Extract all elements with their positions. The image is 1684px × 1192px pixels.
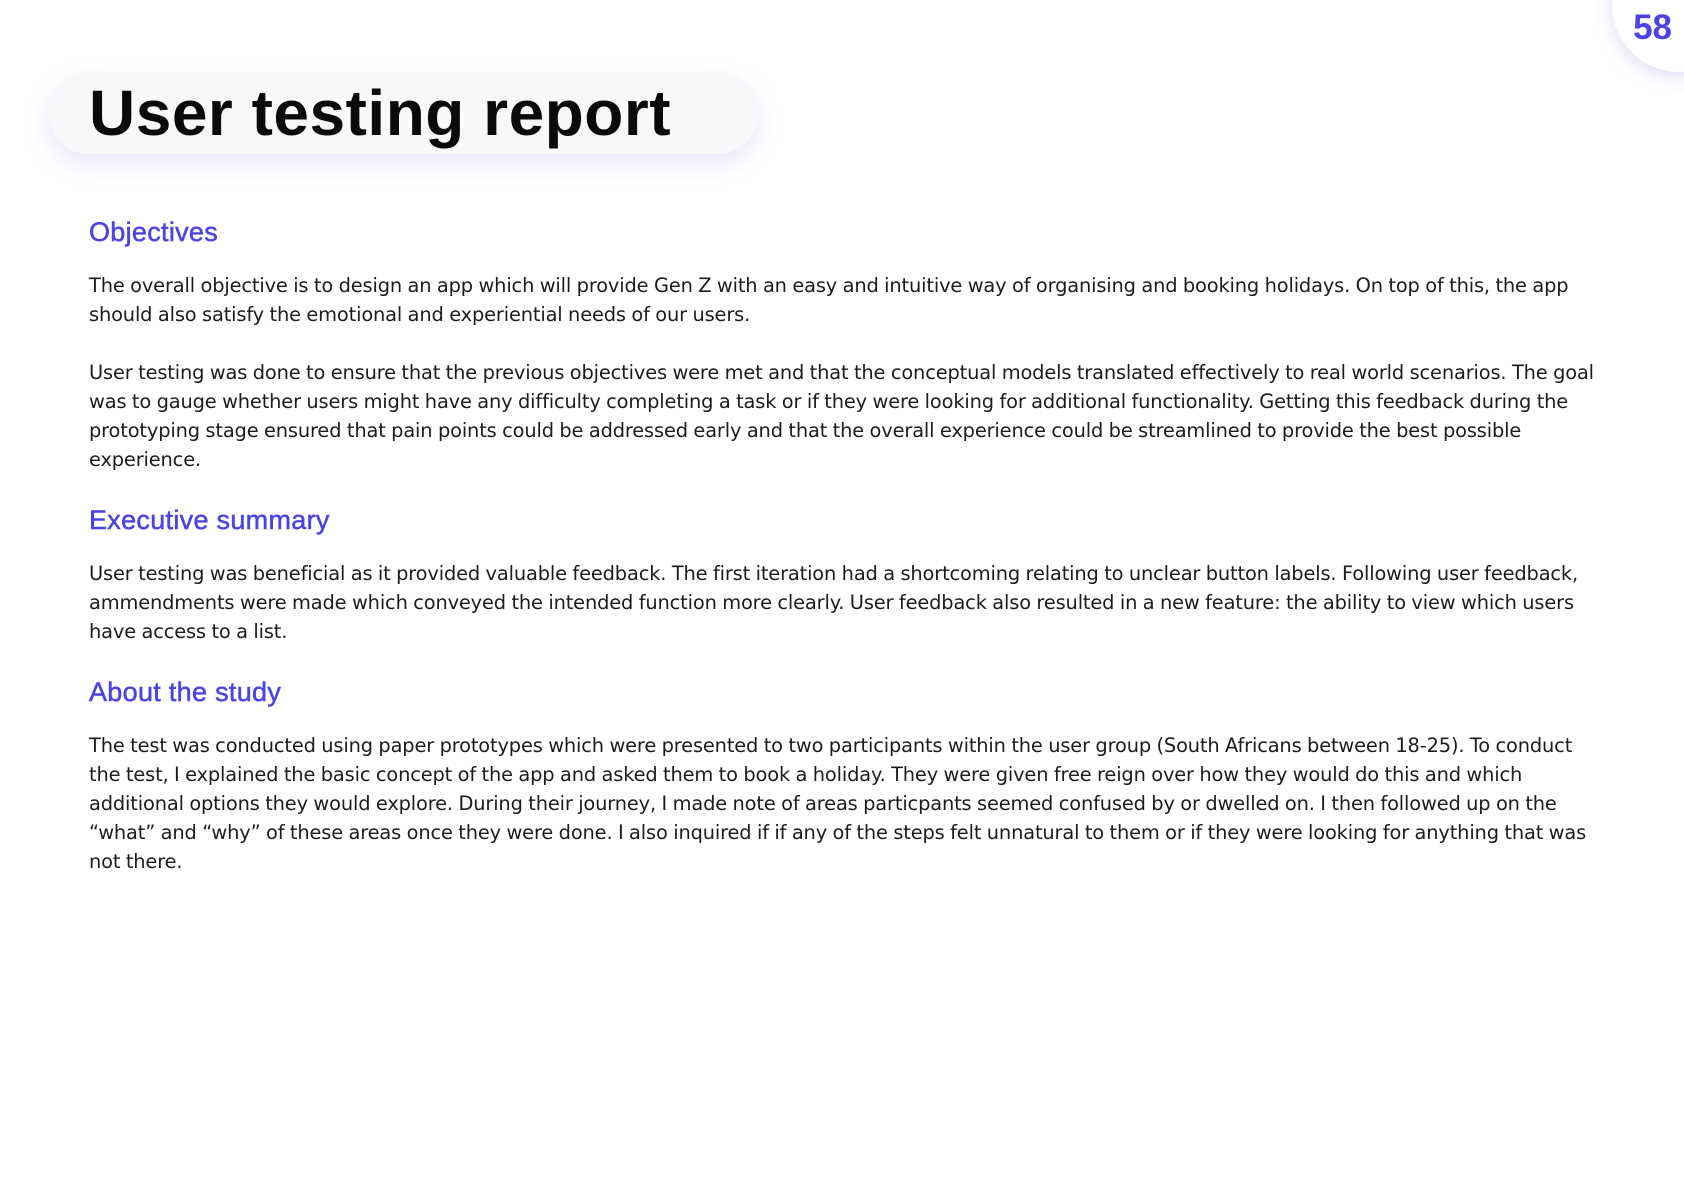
- section-about-the-study: About the study The test was conducted u…: [89, 672, 1609, 876]
- objectives-paragraph-2: User testing was done to ensure that the…: [89, 361, 1594, 471]
- objectives-paragraph-1: The overall objective is to design an ap…: [89, 274, 1569, 326]
- section-objectives: Objectives The overall objective is to d…: [89, 212, 1609, 474]
- page-number: 58: [1633, 8, 1672, 47]
- section-heading-executive-summary: Executive summary: [89, 505, 330, 536]
- section-heading-about-the-study: About the study: [89, 677, 282, 708]
- section-executive-summary: Executive summary User testing was benef…: [89, 500, 1609, 646]
- executive-summary-paragraph: User testing was beneficial as it provid…: [89, 562, 1579, 643]
- about-the-study-paragraph: The test was conducted using paper proto…: [89, 734, 1587, 873]
- page-title: User testing report: [89, 77, 672, 149]
- section-heading-objectives: Objectives: [89, 217, 219, 248]
- report-content: Objectives The overall objective is to d…: [89, 212, 1609, 876]
